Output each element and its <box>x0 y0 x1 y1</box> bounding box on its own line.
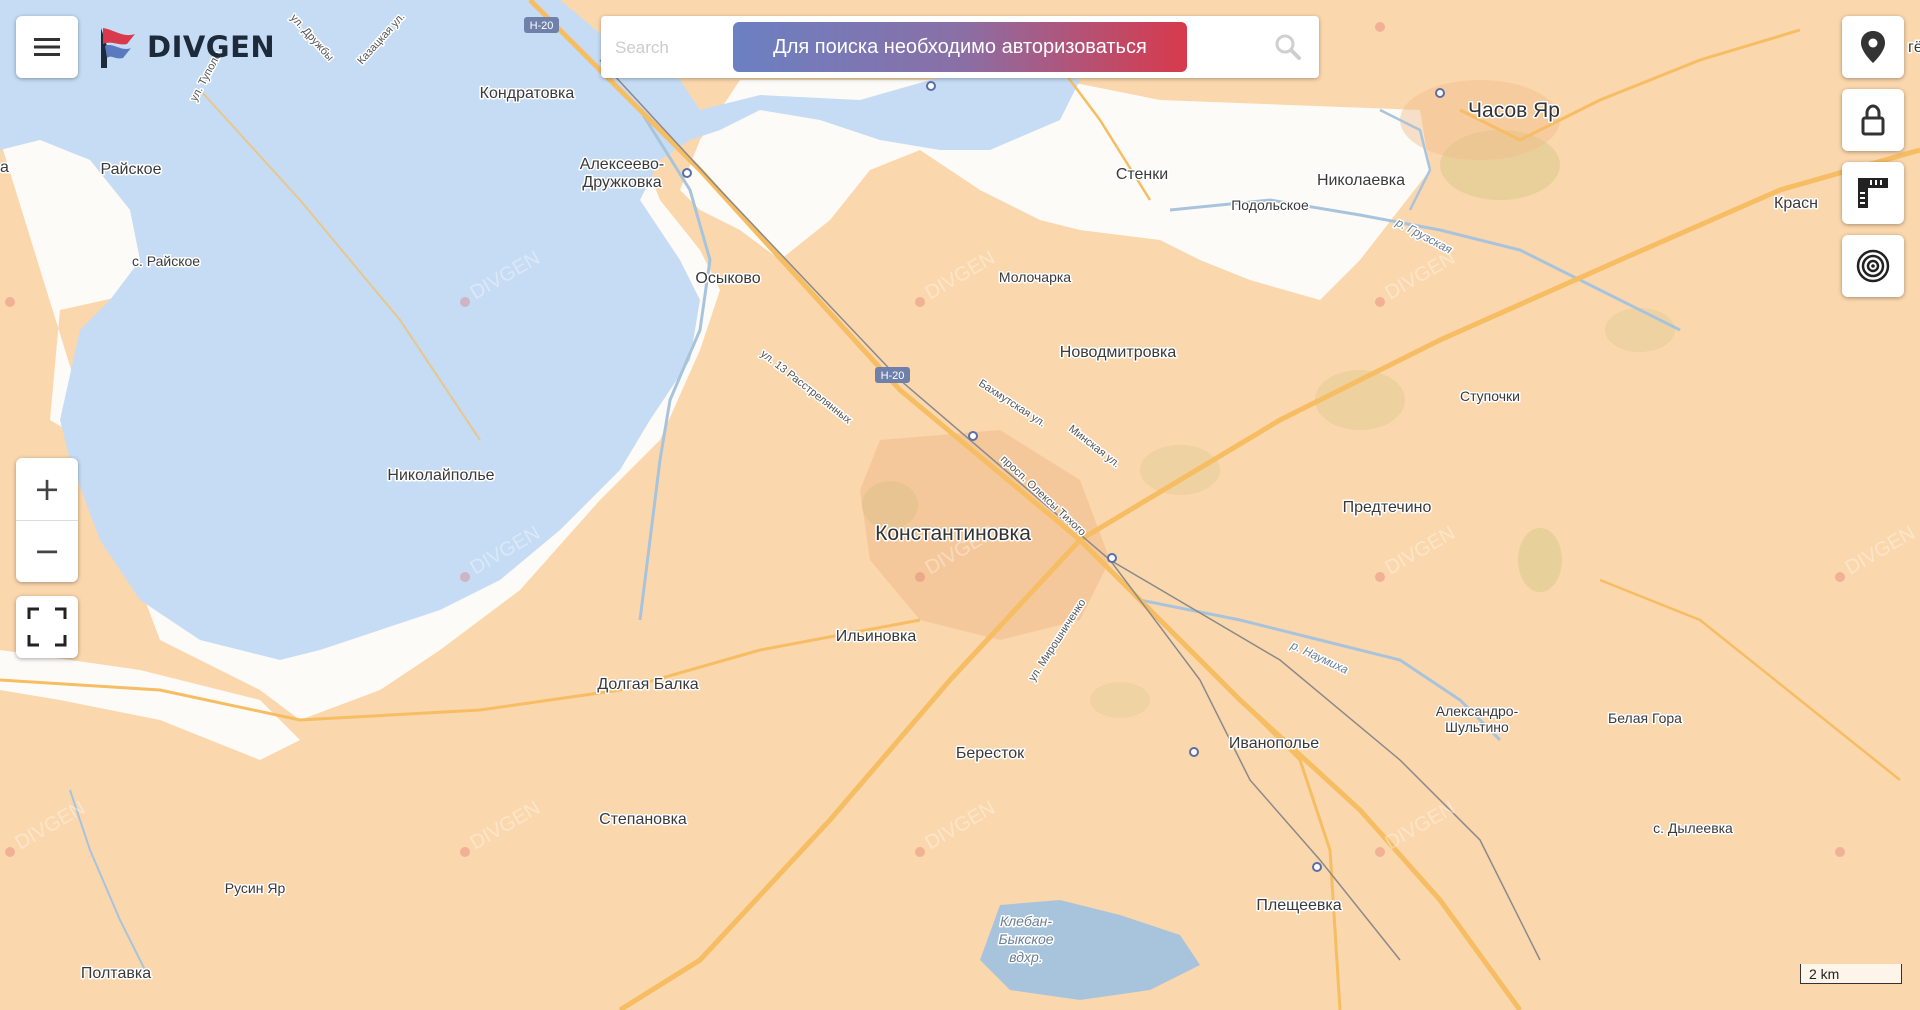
place-label: Иванополье <box>1229 735 1319 752</box>
place-label: Ильиновка <box>836 628 917 645</box>
place-label: Бересток <box>956 745 1025 762</box>
place-label: Шультино <box>1445 719 1509 735</box>
place-label: Ступочки <box>1460 388 1520 404</box>
place-label: Дружковка <box>582 174 661 191</box>
fullscreen-button[interactable] <box>16 596 78 658</box>
ruler-button[interactable] <box>1842 162 1904 224</box>
place-label: Николайполье <box>387 467 494 484</box>
map-pin-icon <box>1861 31 1885 63</box>
reservoir-label: вдхр. <box>1009 949 1042 965</box>
lock-button[interactable] <box>1842 89 1904 151</box>
logo-text: DIVGEN <box>147 30 276 64</box>
map-canvas[interactable]: H-20 H-20 DIVGEN DIVGEN DIVGEN DIVGEN DI… <box>0 0 1920 1010</box>
place-label: Николаевка <box>1317 172 1405 189</box>
place-label: гё <box>1908 39 1920 56</box>
place-label: Подольское <box>1231 197 1309 213</box>
place-label: Плещеевка <box>1256 897 1341 914</box>
station-marker[interactable] <box>926 81 936 91</box>
station-marker[interactable] <box>1107 553 1117 563</box>
place-label: Кондратовка <box>480 85 575 102</box>
hamburger-icon <box>34 38 60 56</box>
plus-icon: + <box>33 470 61 508</box>
station-marker[interactable] <box>682 168 692 178</box>
target-icon <box>1856 249 1890 283</box>
zoom-controls: + − <box>16 458 78 582</box>
place-label: Новодмитровка <box>1060 344 1177 361</box>
lock-icon <box>1861 104 1885 136</box>
scale-label: 2 km <box>1809 966 1840 982</box>
svg-text:H-20: H-20 <box>530 20 554 32</box>
reservoir-label: Быкское <box>998 931 1053 947</box>
target-button[interactable] <box>1842 235 1904 297</box>
station-marker[interactable] <box>1435 88 1445 98</box>
place-label: Полтавка <box>81 965 151 982</box>
place-label: Молочарка <box>999 269 1071 285</box>
road-shield-h20: H-20 <box>875 367 910 383</box>
ruler-icon <box>1858 178 1888 208</box>
place-label: Красн <box>1774 195 1818 212</box>
zoom-out-button[interactable]: − <box>16 520 78 582</box>
zoom-in-button[interactable]: + <box>16 458 78 520</box>
place-label: Константиновка <box>875 522 1031 545</box>
place-label: Райское <box>101 161 162 178</box>
svg-text:H-20: H-20 <box>881 370 905 382</box>
minus-icon: − <box>33 532 61 570</box>
place-label: Стенки <box>1116 166 1168 183</box>
place-label: с. Дылеевка <box>1653 820 1733 836</box>
menu-button[interactable] <box>16 16 78 78</box>
auth-message: Для поиска необходимо авторизоваться <box>773 35 1147 58</box>
station-marker[interactable] <box>1189 747 1199 757</box>
divgen-logo-icon <box>101 28 135 68</box>
place-label: с. Райское <box>132 253 200 269</box>
fullscreen-icon <box>27 607 67 647</box>
place-label: Русин Яр <box>225 880 286 896</box>
place-label: Долгая Балка <box>597 676 698 693</box>
place-label: Часов Яр <box>1468 99 1560 122</box>
place-label: Алексеево- <box>580 156 664 173</box>
place-label: Предтечино <box>1343 499 1432 516</box>
search-button[interactable] <box>1273 32 1303 67</box>
magnifier-icon <box>1275 34 1301 60</box>
place-label: а <box>0 159 9 176</box>
place-label: Белая Гора <box>1608 710 1682 726</box>
reservoir-label: Клебан- <box>1000 913 1052 929</box>
place-label: Осыково <box>695 270 760 287</box>
place-label: Александро- <box>1436 703 1519 719</box>
place-label: Степановка <box>599 811 687 828</box>
scale-bar: 2 km <box>1800 964 1902 984</box>
app-logo[interactable]: DIVGEN <box>95 24 275 70</box>
station-marker[interactable] <box>1312 862 1322 872</box>
road-shield-h20: H-20 <box>524 17 559 33</box>
auth-required-banner[interactable]: Для поиска необходимо авторизоваться <box>733 22 1187 72</box>
location-button[interactable] <box>1842 16 1904 78</box>
station-marker[interactable] <box>968 431 978 441</box>
